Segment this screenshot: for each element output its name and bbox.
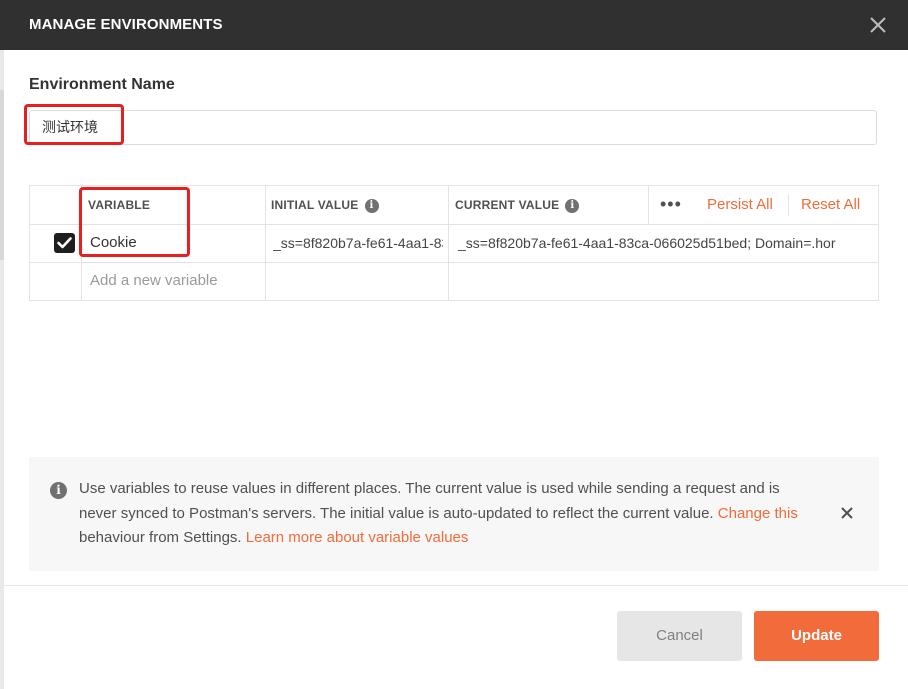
more-options-icon[interactable]: ••• [660,194,682,215]
variables-table: VARIABLE INITIAL VALUE i CURRENT VALUE i •… [29,185,879,301]
dialog-title: MANAGE ENVIRONMENTS [29,16,223,33]
update-button[interactable]: Update [754,611,879,661]
learn-more-link[interactable]: Learn more about variable values [246,529,469,546]
column-divider [648,186,649,224]
column-divider [448,186,449,300]
cancel-button[interactable]: Cancel [617,611,742,661]
table-header-row: VARIABLE INITIAL VALUE i CURRENT VALUE i •… [30,186,878,225]
environment-name-input[interactable]: 测试环境 [29,110,877,145]
info-icon[interactable]: i [565,198,580,213]
background-window-edge [0,50,4,689]
change-setting-link[interactable]: Change this [718,505,798,522]
dialog-header: MANAGE ENVIRONMENTS [0,0,908,50]
column-divider [788,194,789,216]
dismiss-notice-icon[interactable] [839,505,855,521]
initial-value-cell[interactable]: _ss=8f820b7a-fe61-4aa1-83ca-066025d51bed… [273,235,443,251]
info-notice: i Use variables to reuse values in diffe… [29,457,879,571]
column-divider [81,186,82,300]
column-divider [265,186,266,300]
variable-name-cell[interactable]: Cookie [90,234,260,251]
add-variable-input[interactable]: Add a new variable [90,272,260,289]
column-header-current-value: CURRENT VALUE i [455,198,580,213]
enabled-checkbox[interactable] [54,233,75,253]
close-icon[interactable] [866,13,890,37]
column-header-initial-value: INITIAL VALUE i [271,198,379,213]
notice-text: Use variables to reuse values in differe… [79,480,798,546]
reset-all-button[interactable]: Reset All [801,196,860,213]
persist-all-button[interactable]: Persist All [707,196,773,213]
current-value-cell[interactable]: _ss=8f820b7a-fe61-4aa1-83ca-066025d51bed… [458,235,872,251]
info-icon: i [50,482,67,499]
footer-divider [4,585,908,586]
environment-name-label: Environment Name [29,76,175,93]
column-header-variable: VARIABLE [88,198,151,212]
info-icon[interactable]: i [364,198,379,213]
